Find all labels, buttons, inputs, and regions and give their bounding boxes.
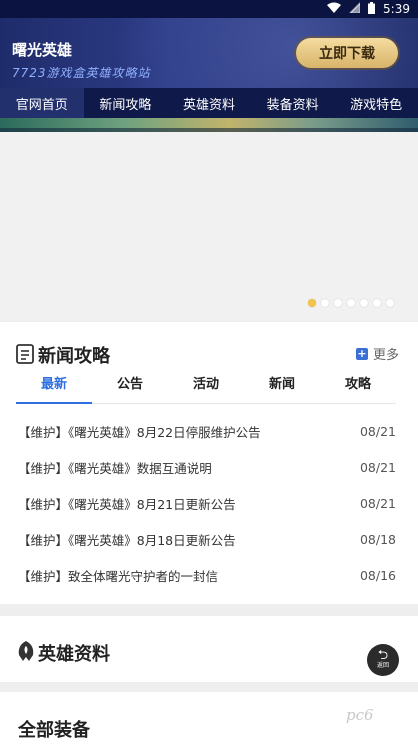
tab-announcements[interactable]: 公告 [92, 370, 168, 403]
plus-icon: + [356, 346, 368, 360]
main-nav: 官网首页 新闻攻略 英雄资料 装备资料 游戏特色 [0, 88, 418, 118]
hero-section-title: 英雄资料 [38, 644, 110, 665]
status-time: 5:39 [383, 2, 410, 16]
carousel-dot[interactable] [386, 299, 394, 307]
banner-image[interactable] [0, 118, 418, 132]
site-header: 曙光英雄 7723游戏盒英雄攻略站 立即下载 [0, 18, 418, 88]
news-item-date: 08/21 [359, 459, 396, 475]
download-button[interactable]: 立即下载 [296, 38, 398, 68]
site-title: 曙光英雄 [12, 41, 73, 59]
more-label: 更多 [373, 348, 400, 363]
carousel-dot[interactable] [334, 299, 342, 307]
carousel-dot[interactable] [308, 299, 316, 307]
watermark-text: pc6 [346, 706, 374, 724]
status-icons: 5:39 [327, 1, 410, 17]
tab-latest[interactable]: 最新 [16, 370, 92, 404]
tab-events[interactable]: 活动 [168, 370, 244, 403]
nav-tab-heroes[interactable]: 英雄资料 [167, 88, 251, 118]
news-item-date: 08/18 [359, 531, 396, 547]
news-tabs: 最新 公告 活动 新闻 攻略 [16, 370, 396, 404]
news-item-title[interactable]: 【维护】《曙光英雄》数据互通说明 [18, 458, 212, 477]
list-item[interactable]: 【维护】《曙光英雄》8月22日停服维护公告 08/21 [18, 413, 396, 449]
news-item-title[interactable]: 【维护】《曙光英雄》8月18日更新公告 [18, 530, 236, 549]
back-button[interactable]: ⮌ 返回 [367, 644, 399, 676]
helmet-icon [16, 640, 36, 661]
hero-section: 英雄资料 ⮌ 返回 [0, 616, 418, 682]
carousel-dot[interactable] [321, 299, 329, 307]
tab-guides[interactable]: 攻略 [320, 370, 396, 403]
equipment-section-title: 全部装备 [18, 720, 90, 741]
news-item-date: 08/16 [359, 567, 396, 583]
news-section: 新闻攻略 + 更多 最新 公告 活动 新闻 攻略 【维护】《曙光英雄》8月22日… [0, 322, 418, 604]
list-item[interactable]: 【维护】《曙光英雄》8月21日更新公告 08/21 [18, 485, 396, 521]
nav-tab-news[interactable]: 新闻攻略 [84, 88, 168, 118]
news-item-date: 08/21 [359, 495, 396, 511]
site-subtitle: 7723游戏盒英雄攻略站 [12, 66, 151, 80]
news-section-title: 新闻攻略 [38, 346, 110, 367]
news-item-date: 08/21 [359, 423, 396, 439]
carousel-dot[interactable] [360, 299, 368, 307]
list-item[interactable]: 【维护】《曙光英雄》8月18日更新公告 08/18 [18, 521, 396, 557]
news-item-title[interactable]: 【维护】《曙光英雄》8月21日更新公告 [18, 494, 236, 513]
list-item[interactable]: 【维护】致全体曙光守护者的一封信 08/16 [18, 557, 396, 593]
news-item-title[interactable]: 【维护】致全体曙光守护者的一封信 [18, 566, 218, 585]
nav-tab-home[interactable]: 官网首页 [0, 88, 84, 118]
nav-tab-features[interactable]: 游戏特色 [334, 88, 418, 118]
document-icon [16, 344, 36, 364]
back-arrow-icon: ⮌ [377, 648, 389, 663]
battery-icon [368, 1, 376, 17]
carousel-indicators [308, 299, 394, 307]
back-label: 返回 [376, 662, 389, 669]
nav-tab-equipment[interactable]: 装备资料 [251, 88, 335, 118]
carousel-dot[interactable] [373, 299, 381, 307]
list-item[interactable]: 【维护】《曙光英雄》数据互通说明 08/21 [18, 449, 396, 485]
news-item-title[interactable]: 【维护】《曙光英雄》8月22日停服维护公告 [18, 422, 261, 441]
wifi-icon [327, 2, 342, 16]
carousel-dot[interactable] [347, 299, 355, 307]
news-list: 【维护】《曙光英雄》8月22日停服维护公告 08/21 【维护】《曙光英雄》数据… [18, 413, 396, 593]
signal-icon [349, 2, 361, 16]
banner-carousel[interactable] [0, 118, 418, 320]
equipment-section: 全部装备 pc6 [0, 692, 418, 744]
watermark-logo: pc6 [346, 706, 374, 724]
status-bar: 5:39 [0, 0, 418, 18]
tab-news[interactable]: 新闻 [244, 370, 320, 403]
news-more-button[interactable]: + 更多 [356, 344, 399, 363]
